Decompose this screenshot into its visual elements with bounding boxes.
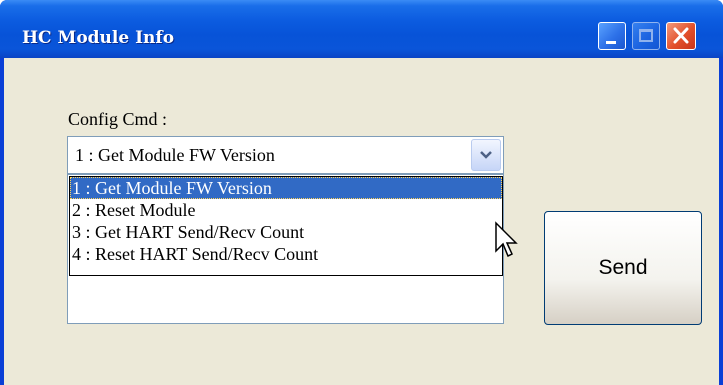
- close-icon: [673, 27, 689, 44]
- dropdown-option[interactable]: 4 : Reset HART Send/Recv Count: [70, 243, 502, 265]
- minimize-button[interactable]: [598, 22, 626, 50]
- send-button[interactable]: Send: [544, 211, 702, 325]
- app-window: HC Module Info Config Cmd : 1 : Get Modu…: [0, 0, 723, 385]
- title-bar[interactable]: HC Module Info: [0, 0, 723, 58]
- chevron-down-icon: [480, 151, 492, 159]
- config-cmd-selected-value: 1 : Get Module FW Version: [75, 145, 275, 165]
- maximize-button[interactable]: [632, 22, 660, 50]
- dropdown-arrow-button[interactable]: [471, 139, 501, 171]
- maximize-icon: [639, 29, 653, 42]
- config-cmd-dropdown-list[interactable]: 1 : Get Module FW Version 2 : Reset Modu…: [69, 176, 503, 276]
- mouse-cursor-icon: [495, 221, 518, 258]
- config-cmd-label: Config Cmd :: [68, 109, 168, 129]
- close-button[interactable]: [666, 22, 696, 50]
- dialog-body: Config Cmd : 1 : Get Module FW Version 1…: [4, 58, 719, 385]
- minimize-icon: [606, 41, 616, 44]
- window-title: HC Module Info: [22, 28, 175, 48]
- config-cmd-select[interactable]: 1 : Get Module FW Version: [67, 136, 504, 174]
- dropdown-option[interactable]: 3 : Get HART Send/Recv Count: [70, 221, 502, 243]
- dropdown-option[interactable]: 1 : Get Module FW Version: [70, 177, 502, 199]
- dropdown-option[interactable]: 2 : Reset Module: [70, 199, 502, 221]
